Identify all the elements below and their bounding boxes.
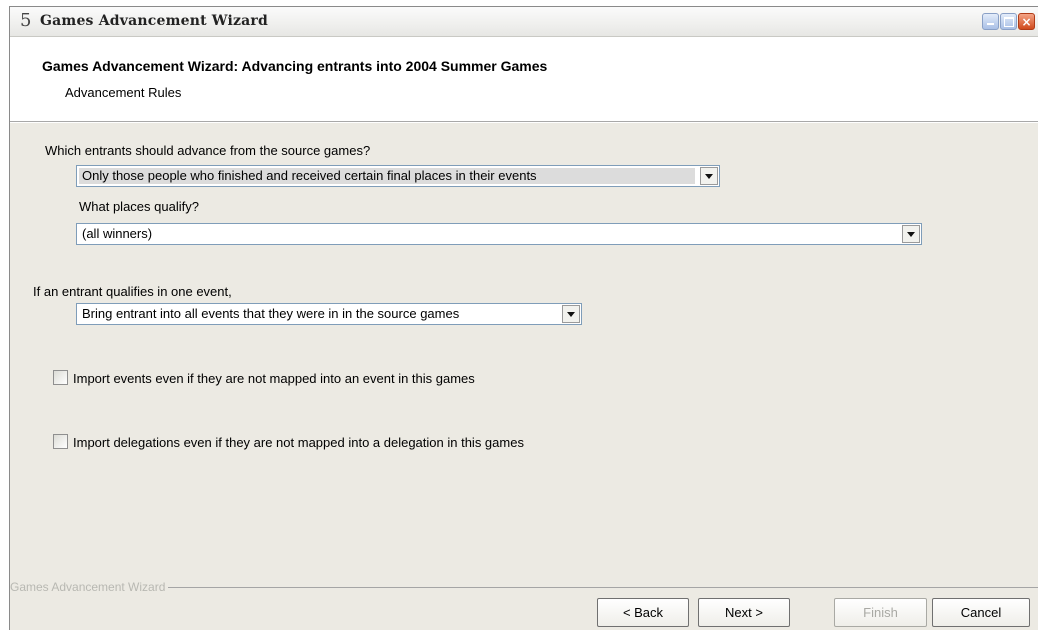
title-bar[interactable]: 5 Games Advancement Wizard × bbox=[10, 7, 1038, 37]
import-events-checkbox[interactable] bbox=[53, 370, 68, 385]
import-events-label[interactable]: Import events even if they are not mappe… bbox=[73, 371, 475, 386]
finish-button[interactable]: Finish bbox=[834, 598, 927, 627]
footer-group-caption: Games Advancement Wizard bbox=[10, 580, 169, 594]
back-button[interactable]: < Back bbox=[597, 598, 689, 627]
which-entrants-label: Which entrants should advance from the s… bbox=[45, 143, 371, 158]
close-icon: × bbox=[1021, 14, 1032, 29]
wizard-window: 5 Games Advancement Wizard × Games Advan… bbox=[9, 6, 1038, 630]
cancel-button[interactable]: Cancel bbox=[932, 598, 1030, 627]
minimize-icon bbox=[983, 14, 998, 29]
dropdown-arrow-icon[interactable] bbox=[562, 305, 580, 323]
maximize-icon bbox=[1001, 14, 1016, 29]
minimize-button[interactable] bbox=[982, 13, 999, 30]
next-button[interactable]: Next > bbox=[698, 598, 790, 627]
what-places-dropdown[interactable]: (all winners) bbox=[76, 223, 922, 245]
what-places-label: What places qualify? bbox=[79, 199, 199, 214]
if-qualifies-dropdown[interactable]: Bring entrant into all events that they … bbox=[76, 303, 582, 325]
wizard-body: Which entrants should advance from the s… bbox=[10, 123, 1038, 630]
window-title: Games Advancement Wizard bbox=[40, 13, 268, 29]
wizard-header: Games Advancement Wizard: Advancing entr… bbox=[10, 38, 1038, 122]
dropdown-arrow-icon[interactable] bbox=[902, 225, 920, 243]
close-button[interactable]: × bbox=[1018, 13, 1035, 30]
maximize-button[interactable] bbox=[1000, 13, 1017, 30]
dropdown-arrow-icon[interactable] bbox=[700, 167, 718, 185]
import-delegations-label[interactable]: Import delegations even if they are not … bbox=[73, 435, 524, 450]
if-qualifies-label: If an entrant qualifies in one event, bbox=[33, 284, 232, 299]
what-places-value: (all winners) bbox=[82, 226, 153, 241]
import-delegations-checkbox[interactable] bbox=[53, 434, 68, 449]
wizard-heading: Games Advancement Wizard: Advancing entr… bbox=[42, 58, 548, 74]
which-entrants-value: Only those people who finished and recei… bbox=[79, 168, 695, 184]
app-icon: 5 bbox=[20, 10, 32, 31]
wizard-step-title: Advancement Rules bbox=[65, 85, 182, 100]
if-qualifies-value: Bring entrant into all events that they … bbox=[82, 306, 460, 321]
which-entrants-dropdown[interactable]: Only those people who finished and recei… bbox=[76, 165, 720, 187]
